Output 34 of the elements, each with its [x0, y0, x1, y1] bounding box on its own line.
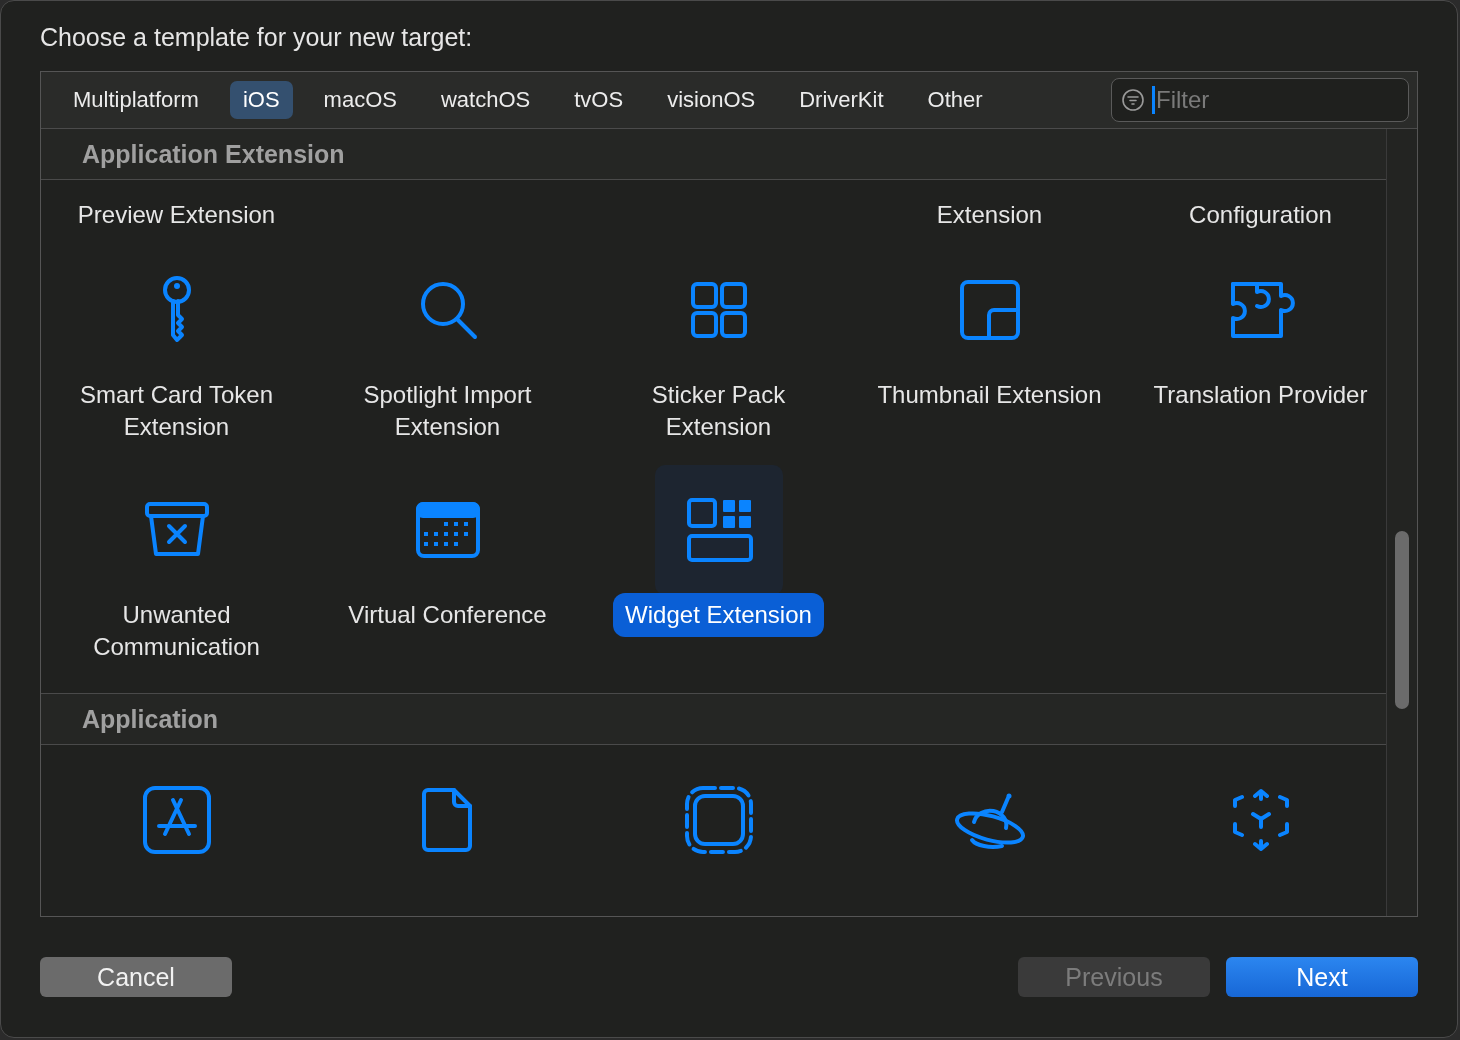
template-label: Extension — [936, 201, 1043, 229]
platform-tab[interactable]: iOS — [229, 81, 293, 119]
template-item[interactable]: Virtual Conference — [312, 455, 583, 675]
section-title: Application Extension — [82, 139, 345, 169]
template-label: Unwanted Communication — [92, 600, 261, 662]
section-title: Application — [82, 704, 219, 734]
template-item[interactable]: Widget Extension — [583, 455, 854, 675]
template-label: Sticker Pack Extension — [650, 380, 787, 442]
platform-tab[interactable]: watchOS — [427, 81, 544, 119]
template-item[interactable]: Unwanted Communication — [41, 455, 312, 675]
platform-tab[interactable]: Multiplatform — [60, 81, 212, 119]
platform-tab[interactable]: DriverKit — [786, 81, 897, 119]
platform-tab[interactable]: Other — [914, 81, 996, 119]
template-label: Translation Provider — [1152, 380, 1369, 410]
template-item[interactable]: Smart Card Token Extension — [41, 235, 312, 455]
platform-tab[interactable]: macOS — [310, 81, 410, 119]
template-label: Spotlight Import Extension — [362, 380, 533, 442]
template-label: Widget Extension — [613, 593, 824, 637]
platform-tab[interactable]: tvOS — [561, 81, 637, 119]
next-button[interactable]: Next — [1226, 957, 1418, 997]
platform-tab[interactable]: visionOS — [654, 81, 769, 119]
template-item[interactable]: Sticker Pack Extension — [583, 235, 854, 455]
template-label: Configuration — [1189, 201, 1332, 229]
template-label: Smart Card Token Extension — [79, 380, 274, 442]
dialog-title: Choose a template for your new target: — [40, 23, 474, 53]
scrollbar-thumb[interactable] — [1395, 531, 1409, 709]
template-label: Virtual Conference — [347, 600, 548, 630]
template-item[interactable]: Translation Provider — [1125, 235, 1386, 455]
template-label: Preview Extension — [77, 201, 276, 229]
cancel-button[interactable]: Cancel — [40, 957, 232, 997]
template-item[interactable]: Spotlight Import Extension — [312, 235, 583, 455]
template-label: Thumbnail Extension — [876, 380, 1103, 410]
template-item[interactable]: Thumbnail Extension — [854, 235, 1125, 455]
filter-field[interactable]: Filter — [1111, 78, 1409, 122]
